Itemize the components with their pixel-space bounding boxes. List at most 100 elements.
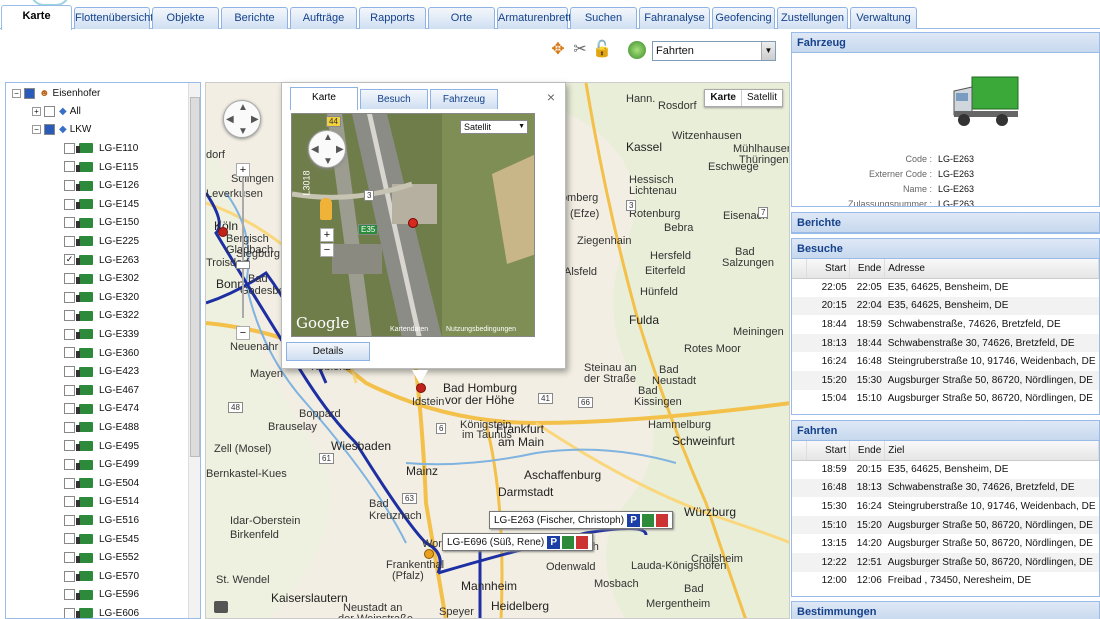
popup-tab-besuch[interactable]: Besuch [360,89,428,109]
tree-vehicle-item[interactable]: LG-E110 [64,140,138,158]
tree-vehicle-item[interactable]: LG-E150 [64,214,139,232]
tree-checkbox[interactable] [44,105,55,117]
sat-zoom-in[interactable]: + [320,228,334,242]
vehicle-checkbox[interactable] [64,533,75,545]
zoom-out-button[interactable]: − [236,326,250,340]
view-select[interactable]: Fahrten ▼ [652,41,776,61]
table-row[interactable]: 16:48 18:13 Schwabenstraße 30, 74626, Bret… [792,478,1099,498]
vehicle-checkbox[interactable] [64,161,75,173]
tree-vehicle-item[interactable]: LG-E339 [64,326,139,344]
tree-vehicle-item[interactable]: LG-E516 [64,512,139,530]
vehicle-marker[interactable] [416,383,426,393]
tree-all[interactable]: + ◆ All [32,103,81,121]
sat-type-select[interactable]: Satellit ▼ [460,120,528,134]
col-ende[interactable]: Ende [849,441,886,461]
vehicle-checkbox[interactable] [64,477,75,489]
popup-tab-fahrzeug[interactable]: Fahrzeug [430,89,498,109]
bestimmungen-panel[interactable]: Bestimmungen [791,601,1100,619]
zoom-slider-track[interactable] [242,178,244,318]
berichte-panel[interactable]: Berichte [791,212,1100,234]
vehicle-checkbox[interactable] [64,440,75,452]
vehicle-checkbox[interactable] [64,198,75,210]
tab-9[interactable]: Fahranalyse [639,7,710,29]
tab-0[interactable]: Karte [1,5,72,30]
tab-11[interactable]: Zustellungen [777,7,848,29]
tab-5[interactable]: Rapports [359,7,426,29]
tree-vehicle-item[interactable]: LG-E360 [64,345,139,363]
vehicle-checkbox[interactable] [64,459,75,471]
tab-7[interactable]: Armaturenbrett [497,7,571,29]
vehicle-checkbox[interactable] [64,514,75,526]
tree-vehicle-item[interactable]: ✓ LG-E263 [64,252,139,270]
vehicle-checkbox[interactable] [64,328,75,340]
tree-vehicle-item[interactable]: LG-E488 [64,419,139,437]
table-row[interactable]: 18:59 20:15 E35, 64625, Bensheim, DE [792,460,1099,479]
table-row[interactable]: 20:15 22:04 E35, 64625, Bensheim, DE [792,296,1099,316]
tree-vehicle-item[interactable]: LG-E514 [64,493,139,511]
vehicle-marker[interactable] [424,549,434,559]
details-button[interactable]: Details [286,342,370,361]
col-start[interactable]: Start [806,441,851,461]
table-row[interactable]: 12:22 12:51 Augsburger Straße 50, 86720, N… [792,552,1099,572]
tab-8[interactable]: Suchen [570,7,637,29]
zoom-in-button[interactable]: + [236,163,250,177]
tree-vehicle-item[interactable]: LG-E302 [64,270,139,288]
tree-vehicle-item[interactable]: LG-E115 [64,159,138,177]
tools-icon[interactable]: ✂ [570,40,590,60]
vehicle-label-e263[interactable]: LG-E263 (Fischer, Christoph) P [489,511,674,529]
table-row[interactable]: 22:05 22:05 E35, 64625, Bensheim, DE [792,278,1099,297]
table-row[interactable]: 18:44 18:59 Schwabenstraße, 74626, Bretzfe… [792,315,1099,334]
vehicle-checkbox[interactable] [64,180,75,192]
col-ende[interactable]: Ende [849,259,886,279]
table-row[interactable]: 12:00 12:06 Freibad , 73450, Neresheim, DE [792,572,1099,591]
terms-link[interactable]: Nutzungsbedingungen [446,326,516,333]
vehicle-checkbox[interactable] [64,347,75,359]
tree-vehicle-item[interactable]: LG-E596 [64,586,139,604]
table-row[interactable]: 15:30 16:24 Steingruberstraße 10, 91746, W… [792,497,1099,516]
vehicle-checkbox[interactable] [64,384,75,396]
tree-vehicle-item[interactable]: LG-E225 [64,233,139,251]
collapse-icon[interactable]: − [12,88,21,98]
tree-vehicle-item[interactable]: LG-E504 [64,475,139,493]
tree-checkbox[interactable] [44,123,55,135]
tab-6[interactable]: Orte [428,7,495,29]
tree-vehicle-item[interactable]: LG-E126 [64,177,139,195]
tree-vehicle-item[interactable]: LG-E552 [64,549,139,567]
tree-vehicle-item[interactable]: LG-E545 [64,531,139,549]
vehicle-checkbox[interactable] [64,570,75,582]
vehicle-marker[interactable] [218,227,228,237]
tree-vehicle-item[interactable]: LG-E467 [64,382,139,400]
tree-vehicle-item[interactable]: LG-E322 [64,307,139,325]
col-adresse[interactable]: Adresse [884,259,1099,279]
table-row[interactable]: 16:24 16:48 Steingruberstraße 10, 91746, W… [792,352,1099,371]
expand-icon[interactable]: + [32,106,41,116]
map-data-link[interactable]: Kartendaten [390,326,428,333]
tree-vehicle-item[interactable]: LG-E423 [64,363,139,381]
lock-icon[interactable]: 🔓 [592,40,612,60]
tree-vehicle-item[interactable]: LG-E499 [64,456,139,474]
vehicle-checkbox[interactable] [64,142,75,154]
tree-vehicle-item[interactable]: LG-E145 [64,196,139,214]
col-ziel[interactable]: Ziel [884,441,1099,461]
map-type-satellit[interactable]: Satellit [740,90,782,106]
tab-1[interactable]: Flottenübersicht [74,7,153,29]
tab-3[interactable]: Berichte [221,7,288,29]
tree-root[interactable]: − ☻ Eisenhofer [12,85,100,103]
vehicle-checkbox[interactable]: ✓ [64,254,75,266]
tree-vehicle-item[interactable]: LG-E320 [64,289,139,307]
col-start[interactable]: Start [806,259,851,279]
tab-2[interactable]: Objekte [152,7,219,29]
chevron-down-icon[interactable]: ▼ [761,42,775,60]
vehicle-checkbox[interactable] [64,217,75,229]
table-row[interactable]: 13:15 14:20 Augsburger Straße 50, 86720, N… [792,534,1099,553]
vehicle-checkbox[interactable] [64,552,75,564]
tab-10[interactable]: Geofencing [712,7,775,29]
pegman-icon[interactable] [320,198,332,220]
refresh-icon[interactable] [628,41,646,59]
vehicle-checkbox[interactable] [64,607,75,618]
tree-vehicle-item[interactable]: LG-E570 [64,568,139,586]
sat-zoom-out[interactable]: − [320,243,334,257]
table-row[interactable]: 15:04 15:10 Augsburger Straße 50, 86720, N… [792,390,1099,409]
table-row[interactable]: 18:13 18:44 Schwabenstraße 30, 74626, Bret… [792,333,1099,353]
tree-scrollbar[interactable] [188,83,200,618]
